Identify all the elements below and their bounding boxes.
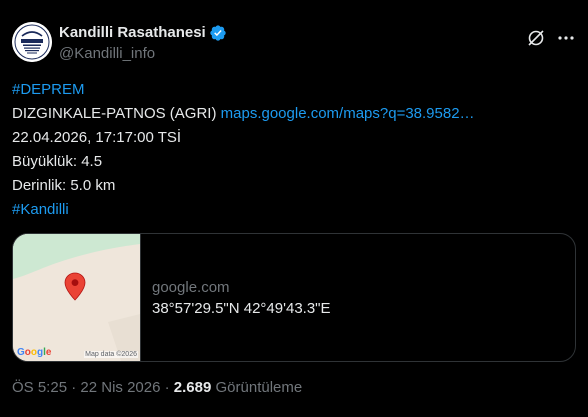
grok-icon[interactable]	[526, 28, 546, 48]
verified-badge-icon[interactable]	[209, 24, 227, 42]
hashtag-deprem[interactable]: #DEPREM	[12, 81, 85, 98]
tweet-meta: ÖS 5:25 · 22 Nis 2026 · 2.689 Görüntülem…	[12, 378, 302, 398]
meta-separator: ·	[71, 379, 77, 396]
map-google-logo: Google	[17, 347, 52, 358]
author-names: Kandilli Rasathanesi @Kandilli_info	[59, 23, 227, 64]
map-thumbnail[interactable]: Google Map data ©2026	[13, 234, 141, 361]
map-link[interactable]: maps.google.com/maps?q=38.9582…	[221, 105, 475, 122]
location-text: DIZGINKALE-PATNOS (AGRI)	[12, 105, 217, 122]
views-label: Görüntüleme	[215, 379, 303, 396]
map-credit: Map data ©2026	[84, 351, 138, 358]
card-text: google.com 38°57'29.5"N 42°49'43.3"E	[152, 278, 331, 319]
more-options-icon[interactable]	[556, 28, 576, 48]
card-domain: google.com	[152, 279, 230, 296]
tweet-time[interactable]: ÖS 5:25	[12, 379, 67, 396]
tweet-header: Kandilli Rasathanesi @Kandilli_info	[12, 20, 576, 66]
display-name-row: Kandilli Rasathanesi	[59, 23, 227, 43]
meta-separator: ·	[164, 379, 170, 396]
depth-text: Derinlik: 5.0 km	[12, 177, 116, 194]
map-image	[13, 234, 140, 361]
author-handle[interactable]: @Kandilli_info	[59, 44, 227, 64]
avatar[interactable]	[12, 22, 52, 62]
views-count: 2.689	[173, 379, 212, 396]
tweet[interactable]: Kandilli Rasathanesi @Kandilli_info #DEP…	[0, 0, 588, 417]
datetime-text: 22.04.2026, 17:17:00 TSİ	[12, 129, 182, 146]
hashtag-kandilli[interactable]: #Kandilli	[12, 201, 69, 218]
tweet-date[interactable]: 22 Nis 2026	[80, 379, 160, 396]
author-display-name[interactable]: Kandilli Rasathanesi	[59, 23, 206, 43]
tweet-text: #DEPREM DIZGINKALE-PATNOS (AGRI) maps.go…	[12, 78, 576, 222]
kandilli-logo-icon	[12, 22, 52, 62]
magnitude-text: Büyüklük: 4.5	[12, 153, 103, 170]
card-title: 38°57'29.5"N 42°49'43.3"E	[152, 300, 331, 317]
link-card[interactable]: Google Map data ©2026 google.com 38°57'2…	[12, 233, 576, 362]
